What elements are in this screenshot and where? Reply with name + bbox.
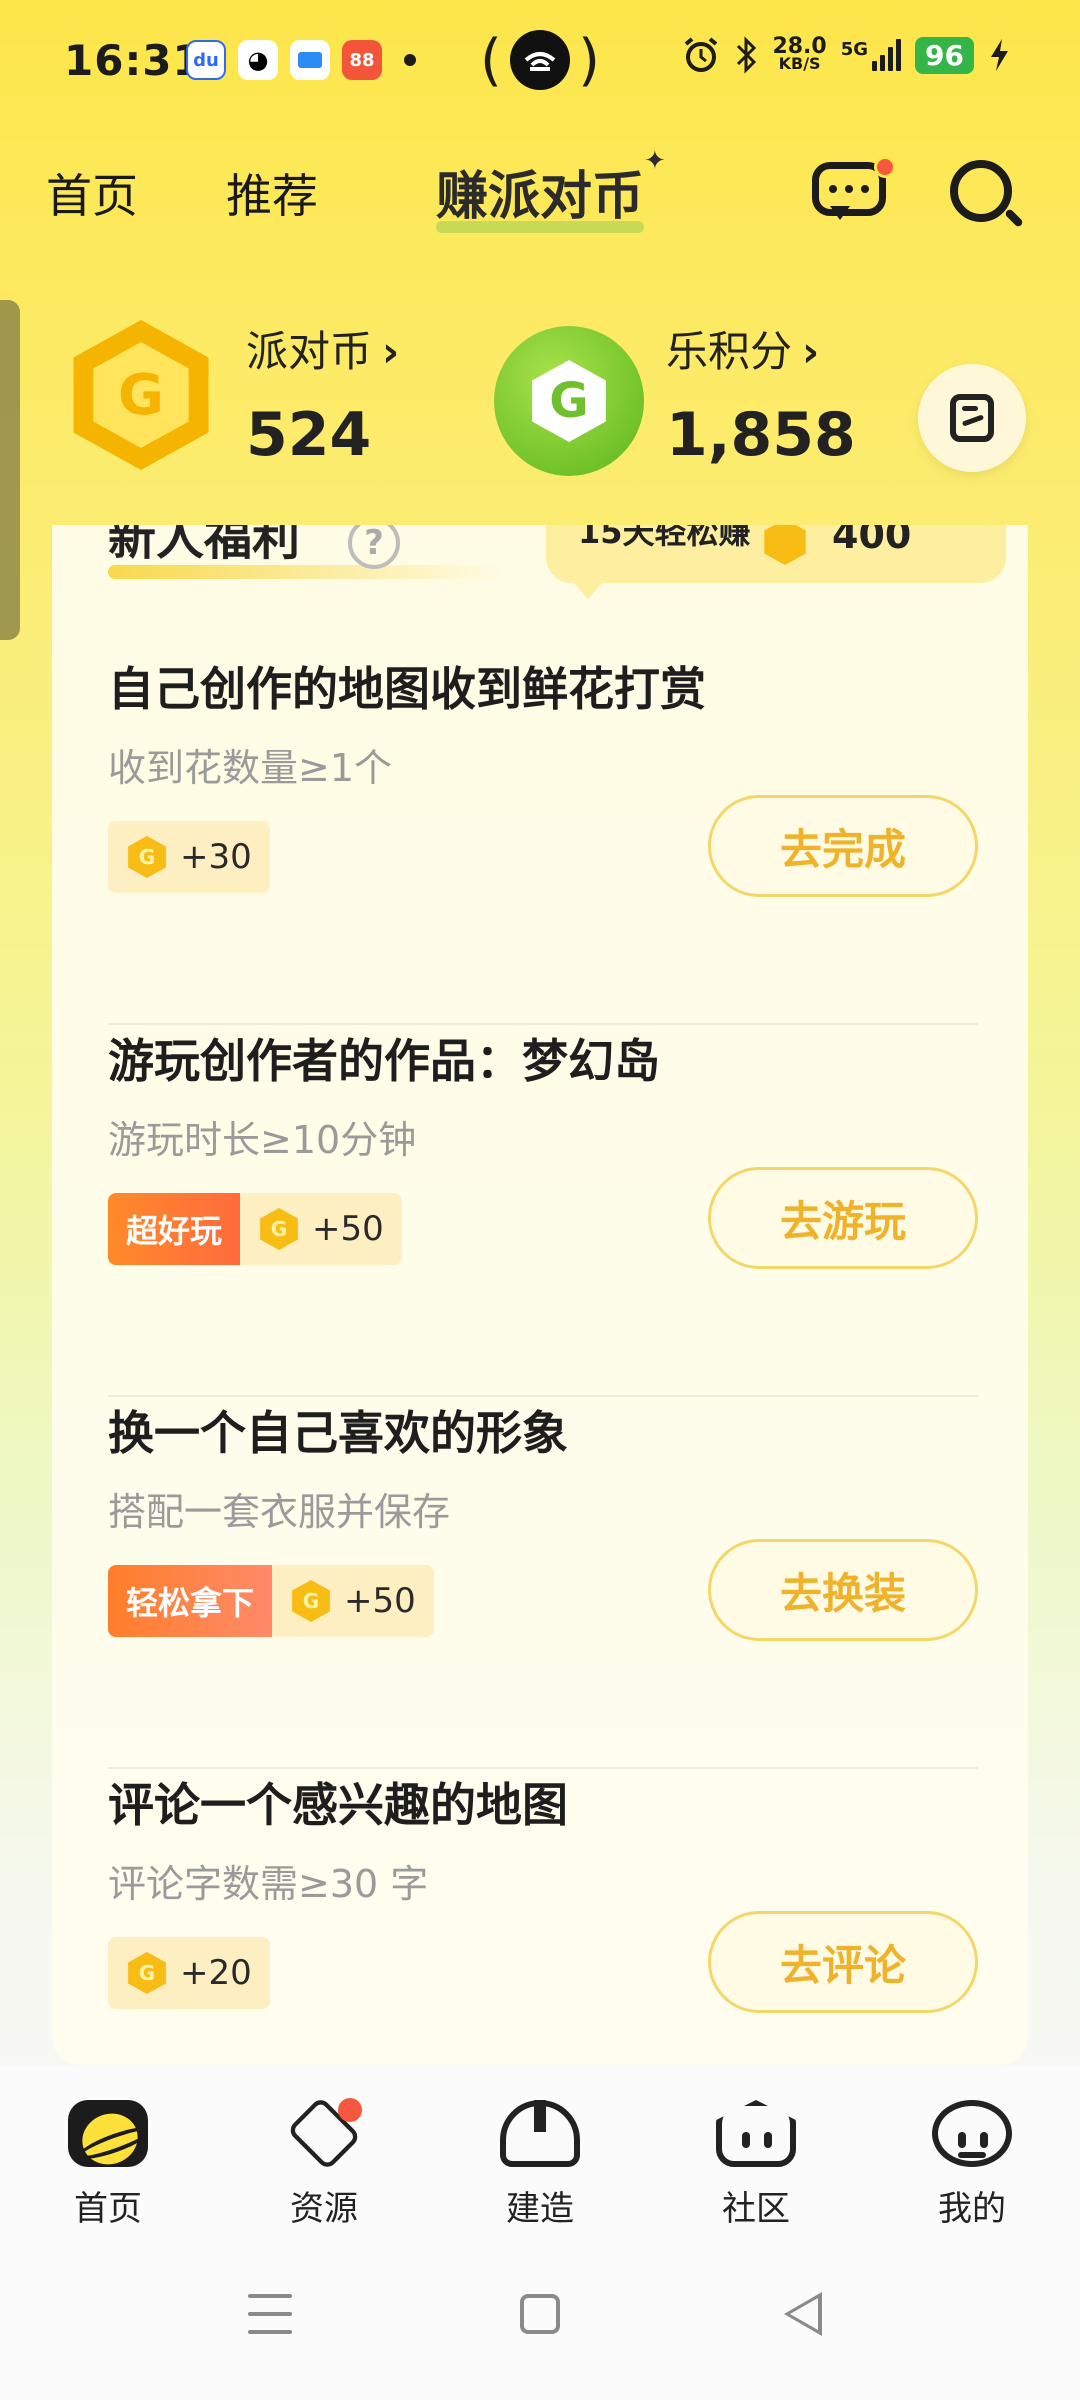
- bottom-nav-community[interactable]: 社区: [648, 2066, 864, 2230]
- bottom-nav-build[interactable]: 建造: [432, 2066, 648, 2230]
- document-icon: [950, 394, 994, 442]
- task-action-button[interactable]: 去完成: [708, 795, 978, 897]
- charging-icon: [991, 39, 1008, 71]
- le-points-icon: G: [494, 326, 644, 476]
- task-title: 自己创作的地图收到鲜花打赏: [108, 662, 706, 716]
- help-icon[interactable]: ?: [348, 525, 400, 569]
- task-tag: 超好玩: [108, 1193, 241, 1265]
- task-rewards: +20: [108, 1937, 270, 2009]
- chevron-right-icon: ›: [802, 327, 820, 376]
- sparkle-icon: ✦: [644, 146, 666, 176]
- records-button[interactable]: [918, 364, 1026, 472]
- party-coin-label: 派对币: [246, 327, 373, 376]
- reward-chip: +30: [108, 821, 270, 893]
- coin-icon: [260, 1208, 298, 1250]
- task-rewards: +30: [108, 821, 270, 893]
- tab-earn-coins[interactable]: 赚派对币: [436, 154, 645, 233]
- baidu-icon: du: [186, 40, 226, 80]
- task-action-button[interactable]: 去评论: [708, 1911, 978, 2013]
- task-rewards: 超好玩 +50: [108, 1193, 402, 1265]
- party-coin-link[interactable]: 派对币 ›: [246, 318, 399, 379]
- task-desc: 游玩时长≥10分钟: [108, 1118, 417, 1162]
- notification-badge: [874, 156, 896, 178]
- tab-home[interactable]: 首页: [46, 160, 138, 226]
- bottom-nav-home[interactable]: 首页: [0, 2066, 216, 2230]
- home-square-icon[interactable]: [520, 2294, 560, 2334]
- task-tag: 轻松拿下: [108, 1565, 273, 1637]
- task-rewards: 轻松拿下 +50: [108, 1565, 434, 1637]
- task-desc: 搭配一套衣服并保存: [108, 1490, 451, 1534]
- signal-icon: 5G: [841, 39, 902, 71]
- reward-value: +50: [312, 1209, 384, 1249]
- status-notification-icons: du ◕ 88: [186, 40, 416, 80]
- balance-row: G 派对币 › 524 G 乐积分 › 1,858: [0, 300, 1080, 520]
- task-item: 换一个自己喜欢的形象 搭配一套衣服并保存 轻松拿下 +50 去换装: [108, 1397, 978, 1769]
- reward-chip: +20: [108, 1937, 270, 2009]
- task-title: 评论一个感兴趣的地图: [108, 1778, 568, 1832]
- welfare-title: 新人福利: [108, 525, 301, 566]
- hotspot-icon: ( ): [480, 27, 600, 93]
- bluetooth-icon: [737, 36, 757, 74]
- app-icon: 88: [342, 40, 382, 80]
- task-desc: 收到花数量≥1个: [108, 746, 393, 790]
- community-face-icon: [716, 2100, 796, 2167]
- app-icon: [290, 40, 330, 80]
- task-title: 换一个自己喜欢的形象: [108, 1406, 568, 1460]
- coin-icon: [128, 836, 166, 878]
- bottom-nav-label: 社区: [722, 2189, 790, 2229]
- bottom-nav-label: 建造: [506, 2189, 574, 2229]
- party-coin-icon: G: [66, 320, 216, 470]
- search-icon: [950, 160, 1012, 222]
- status-bar: 16:31 du ◕ 88 ( ) 28.0 KB/S 5G 96: [0, 0, 1080, 120]
- status-right-icons: 28.0 KB/S 5G 96: [682, 36, 1010, 74]
- promo-text: 15天轻松赚: [578, 525, 751, 551]
- search-button[interactable]: [946, 156, 1026, 236]
- top-nav: 首页 推荐 赚派对币 ✦: [0, 140, 1080, 240]
- chevron-right-icon: ›: [382, 327, 400, 376]
- planet-icon: [68, 2100, 148, 2167]
- back-triangle-icon[interactable]: [784, 2292, 822, 2336]
- system-nav-bar: [0, 2230, 1080, 2400]
- task-action-button[interactable]: 去游玩: [708, 1167, 978, 1269]
- coin-icon: [128, 1952, 166, 1994]
- reward-value: +50: [344, 1581, 416, 1621]
- qq-icon: ◕: [238, 40, 278, 80]
- party-coin-value: 524: [246, 400, 372, 470]
- menu-icon[interactable]: [248, 2294, 292, 2334]
- bottom-nav-resources[interactable]: 资源: [216, 2066, 432, 2230]
- reward-chip: +50: [240, 1193, 402, 1265]
- le-points-label: 乐积分: [666, 327, 793, 376]
- network-speed: 28.0 KB/S: [772, 34, 827, 73]
- bottom-nav: 首页 资源 建造 社区 我的: [0, 2066, 1080, 2230]
- reward-value: +20: [180, 1953, 252, 1993]
- more-notifications-icon: [404, 54, 416, 66]
- bottom-nav-label: 我的: [938, 2189, 1006, 2229]
- messages-button[interactable]: [810, 150, 896, 226]
- task-title: 游玩创作者的作品：梦幻岛: [108, 1034, 660, 1088]
- task-item: 评论一个感兴趣的地图 评论字数需≥30 字 +20 去评论: [108, 1769, 978, 2065]
- bottom-nav-me[interactable]: 我的: [864, 2066, 1080, 2230]
- helmet-icon: [500, 2100, 580, 2167]
- battery-indicator: 96: [915, 36, 974, 74]
- alarm-icon: [685, 37, 718, 72]
- tab-recommend[interactable]: 推荐: [226, 160, 318, 226]
- bottom-nav-label: 资源: [290, 2189, 358, 2229]
- le-points-value: 1,858: [666, 400, 856, 470]
- task-item: 自己创作的地图收到鲜花打赏 收到花数量≥1个 +30 去完成: [108, 653, 978, 1025]
- reward-chip: +50: [272, 1565, 434, 1637]
- notification-badge: [338, 2098, 362, 2122]
- le-points-link[interactable]: 乐积分 ›: [666, 318, 819, 379]
- task-action-button[interactable]: 去换装: [708, 1539, 978, 1641]
- coin-icon: [292, 1580, 330, 1622]
- box-icon: [284, 2096, 364, 2171]
- task-desc: 评论字数需≥30 字: [108, 1862, 429, 1906]
- smiley-face-icon: [932, 2100, 1012, 2167]
- newbie-welfare-card: 新人福利 ? 15天轻松赚 400 自己创作的地图收到鲜花打赏 收到花数量≥1个…: [52, 525, 1028, 2065]
- status-time: 16:31: [64, 36, 203, 85]
- bottom-nav-label: 首页: [74, 2189, 142, 2229]
- reward-value: +30: [180, 837, 252, 877]
- promo-amount: 400: [832, 525, 912, 555]
- task-item: 游玩创作者的作品：梦幻岛 游玩时长≥10分钟 超好玩 +50 去游玩: [108, 1025, 978, 1397]
